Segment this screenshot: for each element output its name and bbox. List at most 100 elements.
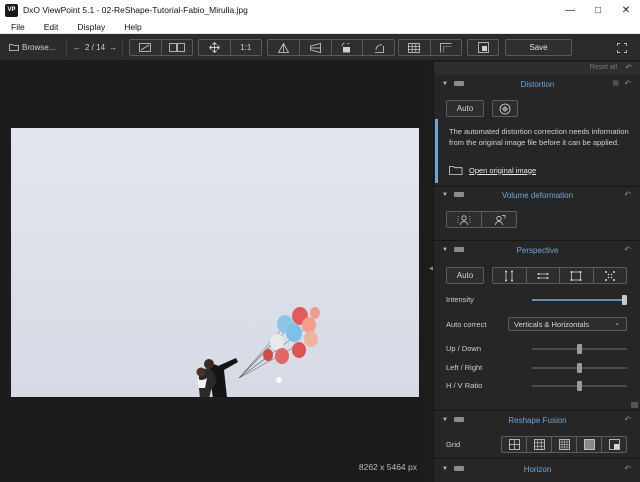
section-divider bbox=[434, 410, 640, 411]
volume-deformation-undo-icon[interactable]: ↶ bbox=[624, 190, 631, 199]
grid-4x4-button[interactable] bbox=[552, 437, 577, 452]
move-arrows-icon bbox=[208, 42, 220, 53]
distortion-info-message: The automated distortion correction need… bbox=[449, 127, 629, 147]
grid-icon bbox=[408, 42, 421, 53]
split-view-icon bbox=[139, 43, 152, 52]
horizon-tool-button[interactable] bbox=[300, 40, 332, 55]
auto-correct-select[interactable]: Verticals & Horizontals ⌄ bbox=[508, 317, 627, 331]
save-button[interactable]: Save bbox=[505, 39, 572, 56]
move-tool-button[interactable] bbox=[199, 40, 231, 55]
reshape-fusion-undo-icon[interactable]: ↶ bbox=[624, 415, 631, 424]
volume-cylindrical-button[interactable] bbox=[447, 212, 482, 227]
side-by-side-icon bbox=[168, 43, 185, 52]
palette-icon bbox=[477, 42, 489, 53]
crop-rotate-icon bbox=[341, 42, 351, 52]
grid-custom-button[interactable] bbox=[602, 437, 626, 452]
eight-point-perspective-button[interactable] bbox=[594, 268, 627, 283]
horizon-title: Horizon bbox=[523, 464, 552, 474]
rectangle-perspective-button[interactable] bbox=[560, 268, 594, 283]
histogram-group bbox=[467, 39, 499, 56]
distortion-undo-icon[interactable]: ↶ bbox=[624, 79, 631, 88]
grid-fine-button[interactable] bbox=[577, 437, 602, 452]
horizon-undo-icon[interactable]: ↶ bbox=[624, 464, 631, 473]
left-right-slider-handle[interactable] bbox=[577, 363, 582, 373]
hv-ratio-slider[interactable] bbox=[532, 381, 627, 391]
browse-button[interactable]: Browse... bbox=[9, 39, 55, 56]
copy-icon[interactable]: ▦ bbox=[612, 79, 619, 87]
distortion-auto-button[interactable]: Auto bbox=[446, 100, 484, 117]
intensity-slider[interactable] bbox=[532, 295, 627, 305]
menu-edit[interactable]: Edit bbox=[33, 22, 67, 32]
scroll-indicator[interactable] bbox=[631, 402, 638, 408]
fullscreen-icon[interactable] bbox=[617, 43, 627, 53]
perspective-tool-button[interactable] bbox=[268, 40, 300, 55]
chevron-down-icon: ⌄ bbox=[614, 320, 620, 327]
volume-deformation-header[interactable]: ▼ Volume deformation ↶ bbox=[434, 187, 640, 203]
zoom-group: 1:1 bbox=[198, 39, 262, 56]
browse-label: Browse... bbox=[22, 43, 56, 52]
grid-2x2-button[interactable] bbox=[502, 437, 527, 452]
horizontal-parallel-button[interactable] bbox=[527, 268, 560, 283]
menu-file[interactable]: File bbox=[0, 22, 33, 32]
transform-tools-group bbox=[267, 39, 395, 56]
toolbar-divider bbox=[66, 38, 67, 57]
image-viewer[interactable]: 8262 x 5464 px bbox=[0, 62, 431, 482]
grid-overlay-button[interactable] bbox=[399, 40, 431, 55]
next-image-icon[interactable]: → bbox=[109, 43, 117, 52]
grid-custom-icon bbox=[608, 439, 620, 450]
minimize-icon[interactable]: — bbox=[556, 0, 584, 20]
intensity-label: Intensity bbox=[446, 295, 474, 304]
intensity-slider-handle[interactable] bbox=[622, 295, 627, 305]
reset-all-button[interactable]: Reset all bbox=[590, 64, 617, 71]
grid-2x2-icon bbox=[508, 439, 520, 450]
eight-points-icon bbox=[604, 270, 615, 281]
previous-image-icon[interactable]: ← bbox=[73, 43, 81, 52]
crop-tool-button[interactable] bbox=[332, 40, 364, 55]
close-icon[interactable]: ✕ bbox=[612, 0, 640, 20]
perspective-undo-icon[interactable]: ↶ bbox=[624, 245, 631, 254]
frame-guide-button[interactable] bbox=[431, 40, 462, 55]
volume-deformation-title: Volume deformation bbox=[501, 190, 574, 200]
open-original-label[interactable]: Open original image bbox=[469, 166, 536, 175]
distortion-header[interactable]: ▼ Distortion ▦ ↶ bbox=[434, 76, 640, 92]
straighten-tool-button[interactable] bbox=[363, 40, 394, 55]
up-down-slider[interactable] bbox=[532, 344, 627, 354]
palette-toggle-button[interactable] bbox=[468, 40, 498, 55]
horizon-header[interactable]: ▼ Horizon ↶ bbox=[434, 461, 640, 477]
perspective-icon bbox=[277, 42, 289, 53]
open-original-link[interactable]: Open original image bbox=[449, 165, 536, 175]
grid-3x3-button[interactable] bbox=[527, 437, 552, 452]
section-divider bbox=[434, 240, 640, 241]
hv-ratio-slider-handle[interactable] bbox=[577, 381, 582, 391]
vertical-lines-icon bbox=[505, 270, 514, 281]
menu-help[interactable]: Help bbox=[113, 22, 149, 32]
reshape-fusion-header[interactable]: ▼ Reshape Fusion ↶ bbox=[434, 412, 640, 428]
left-right-slider[interactable] bbox=[532, 363, 627, 373]
horizon-icon bbox=[309, 42, 321, 53]
grid-3x3-icon bbox=[533, 439, 545, 450]
up-down-slider-handle[interactable] bbox=[577, 344, 582, 354]
window-title: DxO ViewPoint 5.1 - 02-ReShape-Tutorial-… bbox=[23, 5, 248, 15]
volume-corner-button[interactable] bbox=[482, 212, 516, 227]
menu-display[interactable]: Display bbox=[66, 22, 113, 32]
grid-label: Grid bbox=[446, 440, 461, 449]
perspective-auto-button[interactable]: Auto bbox=[446, 267, 484, 284]
folder-icon bbox=[449, 166, 463, 175]
perspective-title: Perspective bbox=[516, 245, 559, 255]
side-by-side-button[interactable] bbox=[162, 40, 193, 55]
maximize-icon[interactable]: □ bbox=[584, 0, 612, 20]
person-centered-icon bbox=[457, 214, 471, 225]
vertical-parallel-button[interactable] bbox=[493, 268, 527, 283]
reset-all-undo-icon[interactable]: ↶ bbox=[625, 63, 632, 72]
before-after-split-button[interactable] bbox=[130, 40, 162, 55]
compare-group bbox=[129, 39, 193, 56]
toolbar: Browse... ← 2 / 14 → 1:1 Save bbox=[0, 34, 640, 61]
zoom-one-to-one-button[interactable]: 1:1 bbox=[231, 40, 262, 55]
fisheye-button[interactable] bbox=[492, 100, 518, 117]
photo-preview[interactable] bbox=[11, 128, 419, 397]
rectangle-points-icon bbox=[570, 270, 582, 281]
grid-group bbox=[398, 39, 462, 56]
auto-correct-value: Verticals & Horizontals bbox=[514, 319, 590, 329]
perspective-header[interactable]: ▼ Perspective ↶ bbox=[434, 242, 640, 258]
grid-size-buttons bbox=[501, 436, 627, 453]
